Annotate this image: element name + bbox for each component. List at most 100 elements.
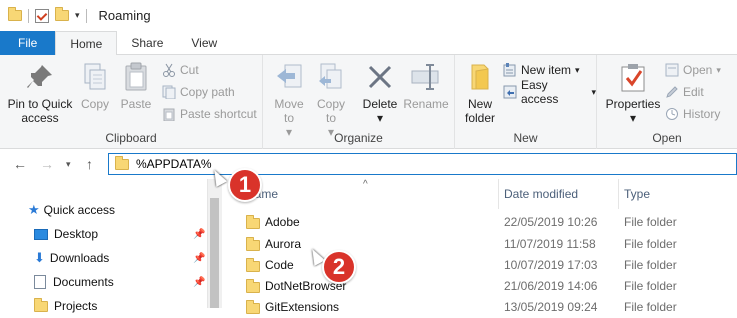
pin-icon[interactable]: 📌 [193, 229, 205, 240]
easy-access-icon [503, 85, 517, 99]
file-type: File folder [624, 237, 677, 251]
edit-label: Edit [683, 85, 704, 99]
clipboard-group-label: Clipboard [105, 131, 157, 145]
desktop-icon [34, 228, 48, 240]
table-row[interactable]: Adobe 22/05/2019 10:26 File folder [222, 212, 737, 233]
ribbon: Pin to Quick access Copy Paste Cut Copy … [0, 55, 737, 149]
tab-home[interactable]: Home [55, 31, 118, 56]
properties-label: Properties ▾ [605, 97, 661, 125]
table-row[interactable]: Aurora 11/07/2019 11:58 File folder [222, 234, 737, 255]
tab-view[interactable]: View [177, 31, 231, 55]
separator [28, 8, 29, 23]
quick-access-toolbar-dropdown-icon[interactable]: ▾ [75, 10, 80, 21]
file-type: File folder [624, 300, 677, 314]
move-to-button[interactable]: Move to ▾ [269, 61, 309, 139]
history-button[interactable]: History [665, 104, 720, 124]
nav-item-downloads[interactable]: ⬇ Downloads [34, 247, 109, 269]
cut-button[interactable]: Cut [162, 60, 199, 80]
file-name: Adobe [265, 215, 300, 229]
chevron-down-icon: ▾ [716, 64, 721, 75]
nav-item-projects[interactable]: Projects [34, 295, 97, 317]
copy-button[interactable]: Copy [76, 61, 114, 111]
new-folder-icon[interactable] [55, 7, 69, 21]
delete-button[interactable]: Delete ▾ [359, 61, 401, 125]
pin-icon[interactable]: 📌 [193, 277, 205, 288]
copy-path-button[interactable]: Copy path [162, 82, 235, 102]
ribbon-tabs: File Home Share View [0, 31, 737, 56]
properties-check-icon[interactable] [35, 8, 49, 23]
address-bar[interactable]: %APPDATA% [108, 153, 737, 175]
table-row[interactable]: DotNetBrowser 21/06/2019 14:06 File fold… [222, 276, 737, 297]
file-date: 13/05/2019 09:24 [504, 300, 598, 314]
step-badge-2: 2 [322, 250, 356, 284]
folder-icon [34, 297, 48, 312]
nav-item-label: Projects [54, 299, 98, 313]
delete-label: Delete ▾ [362, 97, 398, 125]
tab-file[interactable]: File [0, 31, 56, 55]
open-button[interactable]: Open ▾ [665, 60, 721, 80]
folder-icon [115, 155, 129, 170]
address-input[interactable]: %APPDATA% [136, 157, 212, 171]
recent-locations-chevron-icon[interactable]: ▾ [66, 159, 71, 170]
back-arrow-icon[interactable]: ← [13, 156, 27, 172]
file-name: Aurora [265, 237, 302, 251]
copy-to-button[interactable]: Copy to ▾ [311, 61, 351, 139]
easy-access-button[interactable]: Easy access ▾ [503, 78, 596, 106]
window-title: Roaming [98, 8, 151, 23]
file-type: File folder [624, 215, 677, 229]
nav-item-quick-access[interactable]: ★ Quick access [28, 199, 115, 221]
scissors-icon [162, 63, 176, 77]
properties-button[interactable]: Properties ▾ [603, 61, 663, 125]
nav-item-label: Documents [53, 275, 114, 289]
organize-group-label: Organize [334, 131, 383, 145]
history-label: History [683, 107, 721, 121]
scrollbar-thumb[interactable] [210, 198, 219, 308]
file-date: 21/06/2019 14:06 [504, 279, 598, 293]
column-header: ^ Name Date modified Type [222, 179, 737, 209]
copy-label: Copy [80, 97, 109, 111]
download-icon: ⬇ [34, 250, 45, 265]
pin-icon[interactable]: 📌 [193, 253, 205, 264]
folder-icon [8, 7, 22, 21]
folder-icon [246, 279, 260, 293]
paste-button[interactable]: Paste [116, 61, 156, 111]
column-type[interactable]: Type [624, 187, 650, 201]
edit-button[interactable]: Edit [665, 82, 704, 102]
navigation-pane: ★ Quick access Desktop 📌 ⬇ Downloads 📌 D… [0, 179, 222, 313]
copy-icon [79, 61, 111, 93]
new-item-button[interactable]: New item ▾ [503, 60, 580, 80]
rename-button[interactable]: Rename [401, 61, 451, 111]
new-folder-icon [464, 61, 496, 93]
properties-icon [617, 61, 649, 93]
nav-item-documents[interactable]: Documents [34, 271, 114, 293]
separator [85, 8, 87, 23]
paste-shortcut-icon [162, 107, 176, 122]
nav-item-desktop[interactable]: Desktop [34, 223, 98, 245]
copy-to-icon [315, 61, 347, 93]
pin-label: Pin to Quick access [7, 97, 73, 125]
new-group: New folder New item ▾ Easy access ▾ New [455, 55, 597, 149]
chevron-down-icon: ▾ [575, 64, 580, 75]
up-arrow-icon[interactable]: ↑ [86, 156, 93, 172]
file-date: 10/07/2019 17:03 [504, 258, 598, 272]
tab-share[interactable]: Share [117, 31, 177, 55]
table-row[interactable]: Code 10/07/2019 17:03 File folder [222, 255, 737, 276]
pin-to-quick-access-button[interactable]: Pin to Quick access [4, 61, 76, 125]
chevron-down-icon: ▾ [591, 86, 596, 97]
forward-arrow-icon[interactable]: → [40, 156, 54, 172]
file-name: GitExtensions [265, 300, 340, 314]
paste-shortcut-button[interactable]: Paste shortcut [162, 104, 257, 124]
paste-shortcut-label: Paste shortcut [180, 107, 257, 121]
open-icon [665, 63, 679, 77]
new-group-label: New [513, 131, 538, 145]
column-divider[interactable] [498, 179, 499, 209]
rename-icon [410, 61, 442, 93]
column-date-modified[interactable]: Date modified [504, 187, 578, 201]
folder-icon [246, 300, 260, 314]
easy-access-label: Easy access [521, 78, 559, 106]
paste-label: Paste [120, 97, 152, 111]
nav-item-label: Downloads [49, 251, 110, 265]
new-folder-button[interactable]: New folder [459, 61, 501, 125]
column-divider[interactable] [618, 179, 619, 209]
star-icon: ★ [28, 202, 40, 217]
